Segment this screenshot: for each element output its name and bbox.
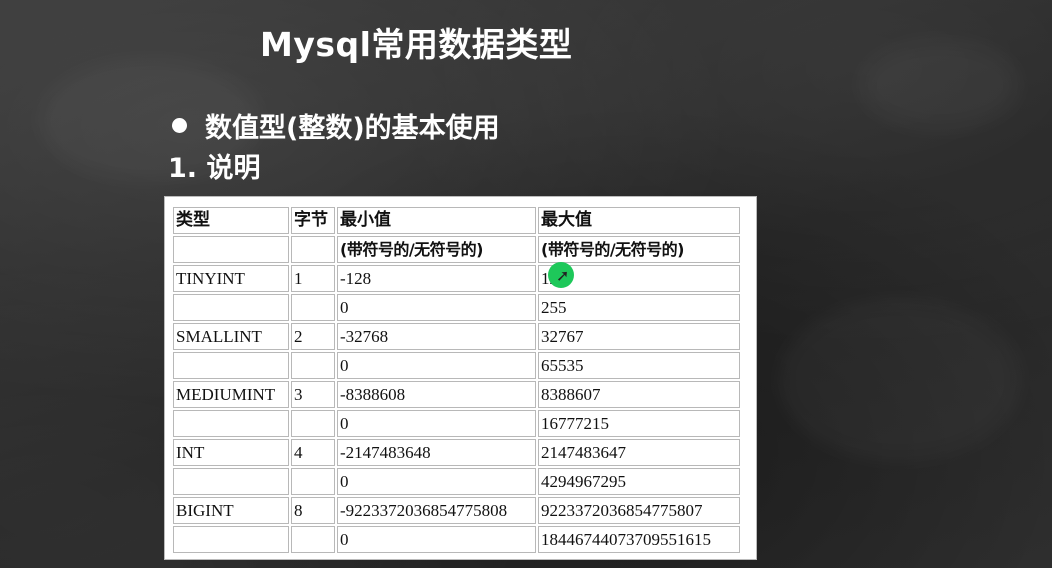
table-row: INT 4 -2147483648 2147483647 [173, 439, 740, 466]
cell-min: 0 [337, 526, 536, 553]
cell-max: 8388607 [538, 381, 740, 408]
table-row: 0 4294967295 [173, 468, 740, 495]
table-row: SMALLINT 2 -32768 32767 [173, 323, 740, 350]
cell-max: 255 [538, 294, 740, 321]
cell-min: -2147483648 [337, 439, 536, 466]
subheader-cell [291, 236, 335, 263]
cell-type: MEDIUMINT [173, 381, 289, 408]
slide-title: Mysql常用数据类型 [260, 25, 573, 64]
cell-type [173, 294, 289, 321]
subheader-cell-min: (带符号的/无符号的) [337, 236, 536, 263]
integer-types-table: 类型 字节 最小值 最大值 (带符号的/无符号的) (带符号的/无符号的) TI… [171, 205, 742, 555]
table-row: 0 16777215 [173, 410, 740, 437]
cell-bytes: 3 [291, 381, 335, 408]
header-cell-type: 类型 [173, 207, 289, 234]
cell-bytes [291, 410, 335, 437]
table-subheader-row: (带符号的/无符号的) (带符号的/无符号的) [173, 236, 740, 263]
cell-type: INT [173, 439, 289, 466]
cell-max: 32767 [538, 323, 740, 350]
header-cell-bytes: 字节 [291, 207, 335, 234]
cell-max: 18446744073709551615 [538, 526, 740, 553]
cell-type [173, 526, 289, 553]
cell-type [173, 410, 289, 437]
cell-bytes [291, 352, 335, 379]
chalk-smudge [860, 40, 1020, 130]
bullet-dot-icon [172, 118, 187, 133]
bullet-item: 数值型(整数)的基本使用 [168, 106, 500, 145]
cell-min: -8388608 [337, 381, 536, 408]
cell-type: TINYINT [173, 265, 289, 292]
header-cell-min: 最小值 [337, 207, 536, 234]
cell-min: 0 [337, 294, 536, 321]
bullet-text: 数值型(整数)的基本使用 [205, 113, 500, 144]
cell-bytes [291, 526, 335, 553]
subheader-cell [173, 236, 289, 263]
cell-type: SMALLINT [173, 323, 289, 350]
cell-max: 4294967295 [538, 468, 740, 495]
cell-min: -32768 [337, 323, 536, 350]
subheading: 1. 说明 [168, 153, 261, 184]
cell-type [173, 468, 289, 495]
table-header-row: 类型 字节 最小值 最大值 [173, 207, 740, 234]
cell-min: -128 [337, 265, 536, 292]
table-row: 0 65535 [173, 352, 740, 379]
cell-max: 9223372036854775807 [538, 497, 740, 524]
cell-max: 2147483647 [538, 439, 740, 466]
table-row: 0 18446744073709551615 [173, 526, 740, 553]
cell-bytes [291, 294, 335, 321]
cell-min: 0 [337, 352, 536, 379]
cell-type [173, 352, 289, 379]
subheader-cell-max: (带符号的/无符号的) [538, 236, 740, 263]
cell-max: 65535 [538, 352, 740, 379]
cell-min: 0 [337, 410, 536, 437]
table-row: TINYINT1-128127 [173, 265, 740, 292]
cell-max: 16777215 [538, 410, 740, 437]
cell-min: 0 [337, 468, 536, 495]
cell-type: BIGINT [173, 497, 289, 524]
table-row: 0 255 [173, 294, 740, 321]
cell-bytes: 1 [291, 265, 335, 292]
data-types-table-panel: 类型 字节 最小值 最大值 (带符号的/无符号的) (带符号的/无符号的) TI… [165, 197, 756, 559]
chalk-smudge [780, 300, 1020, 460]
table-row: MEDIUMINT 3 -8388608 8388607 [173, 381, 740, 408]
pointer-cursor-icon: ➚ [556, 266, 570, 285]
header-cell-max: 最大值 [538, 207, 740, 234]
cell-bytes: 4 [291, 439, 335, 466]
cell-bytes: 2 [291, 323, 335, 350]
cell-bytes: 8 [291, 497, 335, 524]
table-row: BIGINT 8 -9223372036854775808 9223372036854… [173, 497, 740, 524]
cell-bytes [291, 468, 335, 495]
cell-min: -9223372036854775808 [337, 497, 536, 524]
